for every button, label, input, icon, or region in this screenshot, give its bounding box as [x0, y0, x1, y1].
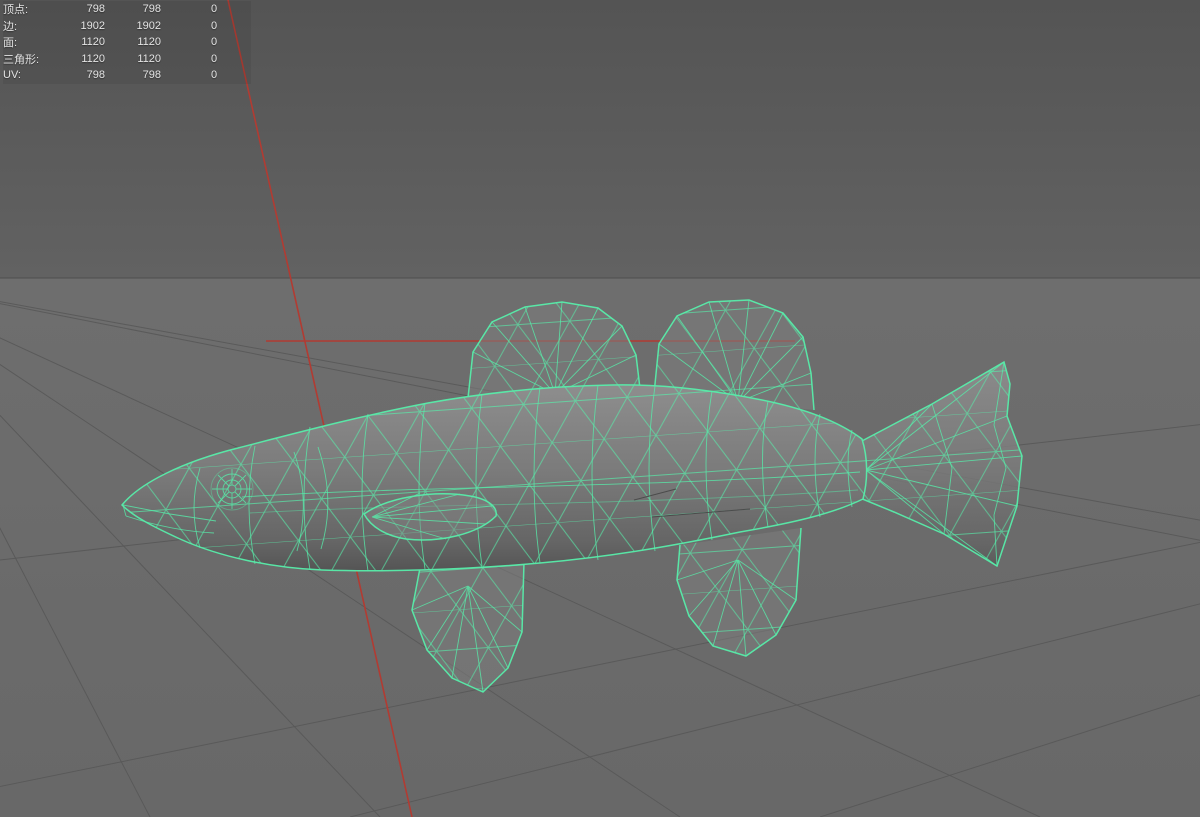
stat-total: 1120	[81, 36, 105, 49]
stat-other: 0	[211, 52, 218, 65]
stat-other: 0	[211, 36, 218, 49]
stat-total: 1120	[81, 52, 105, 65]
stat-label: 三角形:	[3, 53, 40, 66]
polycount-hud: 顶点: 798 798 0 边: 1902 1902 0 面: 1120 112…	[3, 1, 251, 84]
stat-selected: 1120	[137, 52, 161, 65]
3d-viewport[interactable]: 顶点: 798 798 0 边: 1902 1902 0 面: 1120 112…	[0, 0, 1200, 817]
stat-row-vertices: 顶点: 798 798 0	[3, 1, 251, 18]
stat-other: 0	[211, 69, 218, 82]
stat-selected: 798	[142, 3, 161, 16]
stat-label: 顶点:	[3, 4, 29, 17]
stat-selected: 1120	[137, 36, 161, 49]
stat-total: 798	[86, 3, 105, 16]
stat-row-triangles: 三角形: 1120 1120 0	[3, 50, 251, 67]
stat-other: 0	[211, 3, 218, 16]
stat-row-uv: UV: 798 798 0	[3, 67, 251, 84]
stat-other: 0	[211, 19, 218, 32]
stat-selected: 798	[142, 69, 161, 82]
stat-row-edges: 边: 1902 1902 0	[3, 17, 251, 34]
stat-label: UV:	[3, 69, 21, 82]
stat-row-faces: 面: 1120 1120 0	[3, 34, 251, 51]
stat-total: 1902	[80, 19, 105, 32]
stat-label: 边:	[3, 20, 18, 33]
stat-total: 798	[86, 69, 105, 82]
scene-canvas[interactable]	[0, 0, 1200, 817]
stat-selected: 1902	[136, 19, 161, 32]
stat-label: 面:	[3, 37, 18, 50]
